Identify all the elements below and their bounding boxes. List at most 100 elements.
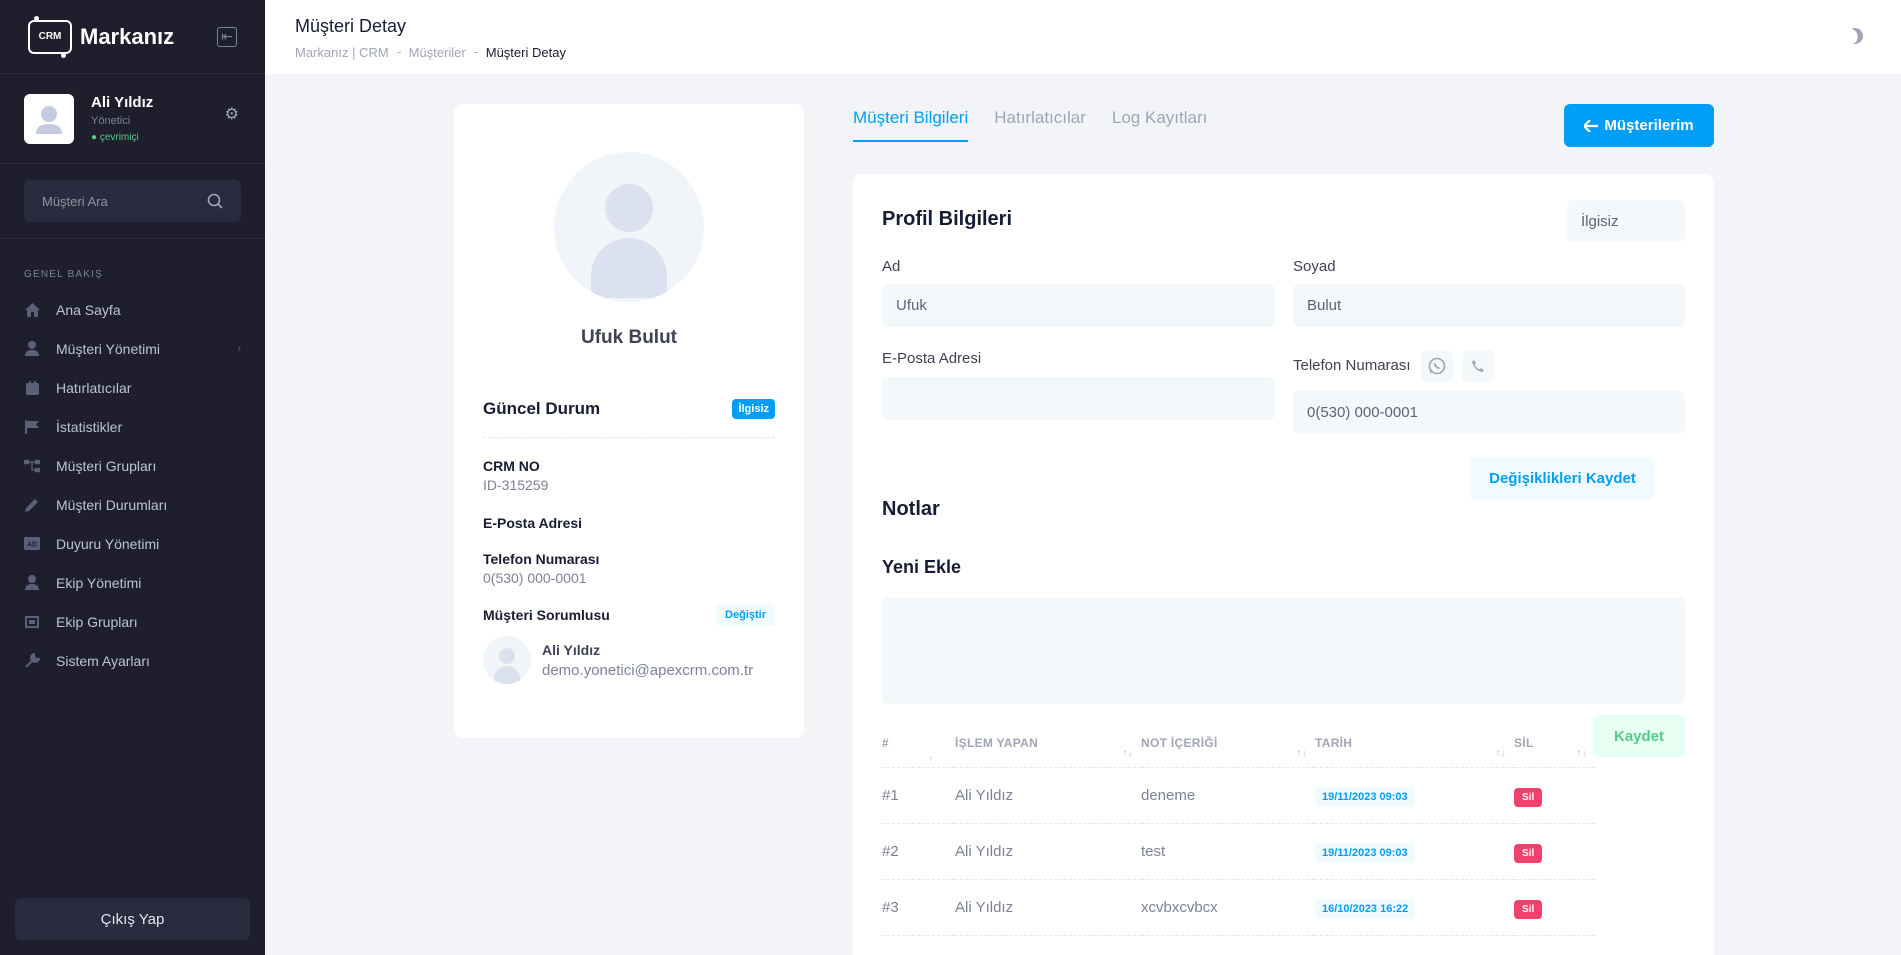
avatar-placeholder-icon [36,105,62,134]
search-wrap [0,164,265,239]
avatar-head-shape [605,184,653,232]
email-field[interactable] [882,377,1275,420]
column-header-date[interactable]: TARİH ↑↓ [1315,720,1514,768]
phone-value: 0(530) 000-0001 [483,570,587,586]
column-header-label: İŞLEM YAPAN [955,736,1039,751]
sidebar-item-reminders[interactable]: Hatırlatıcılar [0,368,265,407]
sort-icon: ↑↓ [1296,747,1307,759]
calendar-icon [24,380,40,396]
hierarchy-icon [24,458,40,474]
row-date-cell: 19/11/2023 09:03 [1315,767,1514,824]
last-name-input[interactable]: Bulut [1293,284,1685,327]
table-row: #1 Ali Yıldız deneme 19/11/2023 09:03 Si… [882,767,1595,824]
breadcrumb-item[interactable]: Müşteriler [409,45,466,60]
phone-field[interactable]: 0(530) 000-0001 [1293,391,1685,434]
brand-name: Markanız [80,23,175,49]
my-customers-label: Müşterilerim [1604,117,1694,134]
sidebar-collapse-icon[interactable]: ⇤ [217,26,237,47]
tab-logs[interactable]: Log Kayıtları [1112,108,1207,142]
gear-icon[interactable]: ⚙ [225,104,239,124]
save-changes-button[interactable]: Değişiklikleri Kaydet [1470,457,1655,500]
avatar[interactable] [24,93,74,144]
column-header-user[interactable]: İŞLEM YAPAN ↑↓ [955,720,1141,768]
column-header-content[interactable]: NOT İÇERİĞİ ↑↓ [1141,720,1315,768]
sidebar-item-customer-groups[interactable]: Müşteri Grupları [0,446,265,485]
email-field-label: E-Posta Adresi [882,350,982,367]
column-header-number[interactable]: # ↑ [882,720,955,768]
responsible-email: demo.yonetici@apexcrm.com.tr [542,661,754,679]
column-header-label: SİL [1514,736,1534,751]
pencil-icon [24,497,40,513]
my-customers-button[interactable]: Müşterilerim [1564,104,1714,147]
customer-name: Ufuk Bulut [580,327,678,348]
sidebar: CRM Markanız ⇤ Ali Yıldız Yönetici ● çev… [0,0,265,955]
brand-logo[interactable]: CRM Markanız [28,15,175,58]
avatar-body-shape [591,238,667,298]
sort-icon: ↑↓ [1576,747,1587,759]
responsible-info: Ali Yıldız demo.yonetici@apexcrm.com.tr [542,642,753,679]
column-header-label: NOT İÇERİĞİ [1141,736,1218,751]
sort-icon: ↑↓ [1495,747,1506,759]
email-label: E-Posta Adresi [483,515,583,531]
breadcrumb-item-current: Müşteri Detay [485,45,566,60]
user-info: Ali Yıldız Yönetici ● çevrimiçi [91,94,153,143]
change-responsible-button[interactable]: Değiştir [716,604,775,626]
sidebar-item-label: Müşteri Yönetimi [56,340,161,357]
sidebar-item-team-groups[interactable]: Ekip Grupları [0,602,265,641]
row-number: #3 [882,879,955,936]
whatsapp-icon[interactable] [1421,350,1453,382]
add-note-title: Yeni Ekle [882,557,962,577]
ad-icon: AD [24,536,40,552]
row-user: Ali Yıldız [955,767,1141,824]
phone-icon[interactable] [1462,350,1494,382]
user-status: ● çevrimiçi [91,132,139,143]
chevron-right-icon: › [237,342,241,355]
current-status-title: Güncel Durum [483,399,601,418]
phone-label: Telefon Numarası [483,551,600,567]
breadcrumb-item[interactable]: Markanız | CRM [295,45,389,60]
sidebar-item-home[interactable]: Ana Sayfa [0,290,265,329]
note-textarea[interactable] [882,597,1685,704]
sidebar-item-customer-statuses[interactable]: Müşteri Durumları [0,485,265,524]
delete-button[interactable]: Sil [1514,843,1543,863]
brand: CRM Markanız ⇤ [0,0,265,74]
topbar: Müşteri Detay Markanız | CRM Müşteriler … [265,0,1901,74]
frame-icon [24,614,40,630]
page-title: Müşteri Detay [295,16,407,36]
responsible-user: Ali Yıldız demo.yonetici@apexcrm.com.tr [483,636,775,684]
logout-button[interactable]: Çıkış Yap [15,898,250,940]
row-user: Ali Yıldız [955,823,1141,880]
row-content: xcvbxcvbcx [1141,879,1315,936]
search-icon[interactable] [207,193,223,209]
sidebar-item-statistics[interactable]: İstatistikler [0,407,265,446]
table-row: #2 Ali Yıldız test 19/11/2023 09:03 Sil [882,823,1595,880]
save-note-button[interactable]: Kaydet [1593,715,1685,757]
tab-reminders[interactable]: Hatırlatıcılar [994,108,1086,142]
sidebar-item-label: Müşteri Durumları [56,496,168,513]
row-delete-cell: Sil [1514,879,1595,936]
row-date-cell: 19/11/2023 09:03 [1315,823,1514,880]
detail-tabs: Müşteri Bilgileri Hatırlatıcılar Log Kay… [853,108,1207,142]
sidebar-item-team[interactable]: Ekip Yönetimi [0,563,265,602]
delete-button[interactable]: Sil [1514,787,1543,807]
first-name-input[interactable]: Ufuk [882,284,1275,327]
customer-avatar [554,152,704,302]
sidebar-item-customers[interactable]: Müşteri Yönetimi › [0,329,265,368]
sidebar-item-label: Duyuru Yönetimi [56,535,160,552]
row-number: #2 [882,823,955,880]
status-select[interactable]: İlgisiz [1567,200,1685,242]
row-number: #1 [882,767,955,824]
responsible-row: Müşteri Sorumlusu Değiştir [483,604,775,626]
customer-info-card: Profil Bilgileri İlgisiz Ad Ufuk Soyad B… [853,174,1714,955]
column-header-delete[interactable]: SİL ↑↓ [1514,720,1595,768]
date-badge: 16/10/2023 16:22 [1315,898,1416,919]
search-input[interactable] [42,193,192,209]
sidebar-item-system-settings[interactable]: Sistem Ayarları [0,641,265,680]
sidebar-item-announcements[interactable]: AD Duyuru Yönetimi [0,524,265,563]
tab-customer-info[interactable]: Müşteri Bilgileri [853,108,969,142]
home-icon [24,302,40,318]
sidebar-item-label: Müşteri Grupları [56,457,157,474]
delete-button[interactable]: Sil [1514,899,1543,919]
responsible-label: Müşteri Sorumlusu [483,607,610,623]
row-delete-cell: Sil [1514,823,1595,880]
